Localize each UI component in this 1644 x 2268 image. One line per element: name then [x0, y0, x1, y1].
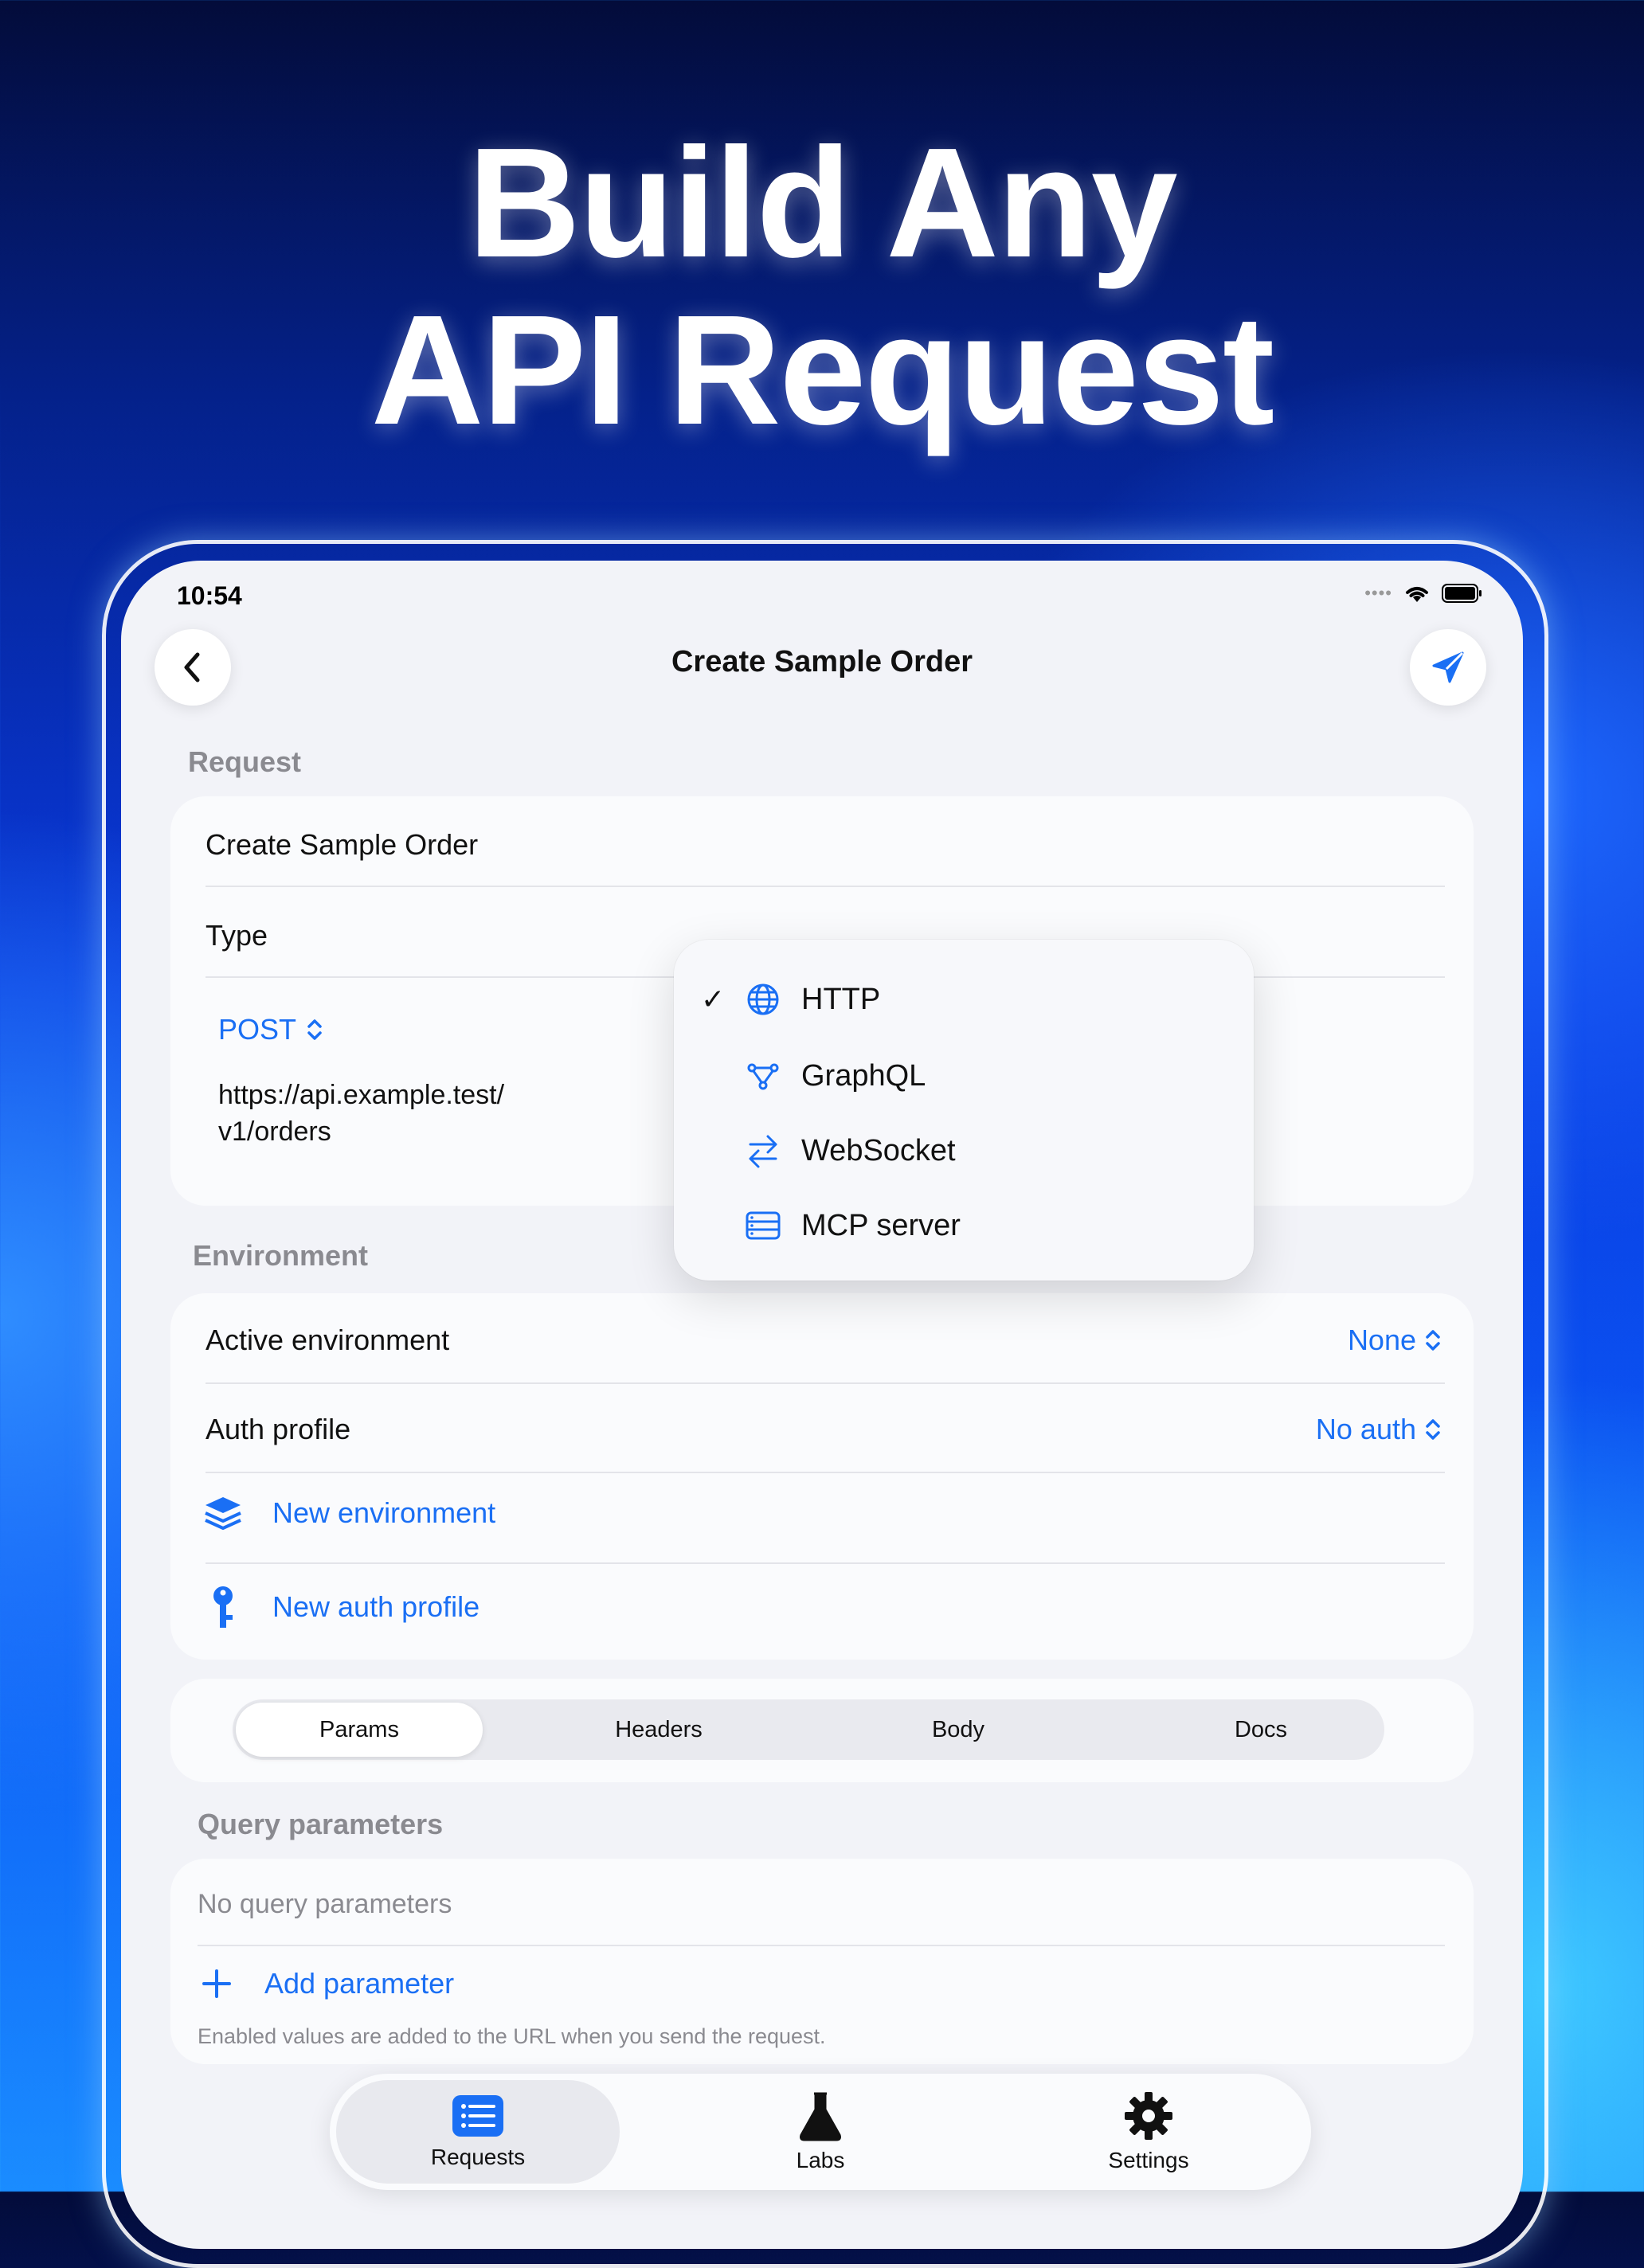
tab-labs[interactable]: Labs [687, 2074, 954, 2190]
no-query-params-text: No query parameters [198, 1889, 452, 1919]
send-button[interactable] [1410, 629, 1486, 706]
menu-item-http[interactable]: ✓ HTTP [674, 964, 1254, 1035]
add-parameter-label: Add parameter [264, 1967, 455, 2000]
url-line-2: v1/orders [218, 1116, 331, 1147]
segment-docs[interactable]: Docs [1129, 1699, 1392, 1760]
divider [206, 1472, 1445, 1473]
menu-item-label: GraphQL [801, 1058, 926, 1093]
menu-item-mcp-server[interactable]: MCP server [674, 1190, 1254, 1261]
menu-item-websocket[interactable]: WebSocket [674, 1115, 1254, 1187]
tab-settings[interactable]: Settings [1015, 2074, 1282, 2190]
tab-requests[interactable]: Requests [336, 2074, 620, 2190]
gear-icon [1125, 2092, 1172, 2140]
chevron-updown-icon [307, 1019, 322, 1040]
plus-icon [202, 1969, 231, 1998]
checkmark-icon: ✓ [701, 983, 726, 1015]
add-parameter-button[interactable]: Add parameter [201, 1967, 454, 2000]
segment-label: Params [319, 1716, 399, 1742]
method-picker[interactable]: POST [218, 1013, 323, 1046]
menu-item-label: WebSocket [801, 1133, 956, 1167]
new-environment-label: New environment [272, 1496, 496, 1529]
headline-line-1: Build Any [468, 115, 1177, 290]
globe-icon [747, 983, 779, 1015]
status-time: 10:54 [177, 581, 242, 610]
active-environment-value: None [1347, 1324, 1416, 1356]
request-name-field[interactable]: Create Sample Order [206, 828, 478, 862]
auth-profile-value: No auth [1315, 1413, 1416, 1445]
page-title: Create Sample Order [671, 645, 973, 678]
divider [206, 886, 1445, 887]
active-environment-label: Active environment [206, 1324, 450, 1356]
segment-headers[interactable]: Headers [527, 1699, 790, 1760]
method-value: POST [218, 1013, 297, 1046]
list-icon [452, 2095, 503, 2137]
query-section-label: Query parameters [198, 1808, 444, 1840]
segment-label: Headers [615, 1716, 703, 1742]
arrows-icon [749, 1135, 777, 1168]
query-card: No query parameters Add parameter Enable… [170, 1859, 1474, 2064]
tab-bar: Requests Labs Settings [330, 2074, 1311, 2190]
segmented-control: Params Headers Body Docs [233, 1699, 1384, 1760]
request-section-label: Request [188, 745, 302, 778]
divider [206, 1382, 1445, 1384]
new-environment-button[interactable]: New environment [202, 1492, 495, 1534]
battery-icon [1442, 584, 1482, 603]
segment-label: Body [931, 1716, 985, 1742]
menu-item-label: MCP server [801, 1208, 961, 1242]
headline: Build Any API Request [0, 119, 1644, 454]
divider [206, 1562, 1445, 1564]
menu-item-label: HTTP [801, 982, 881, 1016]
wifi-icon [1406, 587, 1428, 602]
server-icon [746, 1211, 781, 1240]
menu-item-graphql[interactable]: GraphQL [674, 1040, 1254, 1112]
new-auth-profile-label: New auth profile [272, 1590, 480, 1623]
segment-params[interactable]: Params [236, 1703, 483, 1757]
auth-profile-label: Auth profile [206, 1413, 351, 1445]
segment-label: Docs [1234, 1716, 1288, 1742]
signal-dots: •••• [1364, 583, 1392, 603]
headline-line-2: API Request [370, 283, 1274, 457]
active-environment-picker[interactable]: None [1348, 1324, 1442, 1357]
app-screen: 10:54 •••• Create Sample Order Request C… [121, 561, 1523, 2249]
environment-card: Active environment None Auth profile No … [170, 1293, 1474, 1660]
type-dropdown-menu: ✓ HTTP GraphQL WebSocket MCP server [674, 940, 1254, 1281]
layers-icon [205, 1497, 241, 1530]
type-label[interactable]: Type [206, 919, 268, 952]
auth-profile-picker[interactable]: No auth [1316, 1413, 1442, 1446]
status-icons: •••• [1364, 583, 1483, 604]
flask-icon [800, 2092, 841, 2141]
url-field[interactable]: https://api.example.test/ v1/orders [218, 1077, 504, 1150]
new-auth-profile-button[interactable]: New auth profile [202, 1583, 480, 1631]
graph-icon [747, 1063, 779, 1090]
query-note: Enabled values are added to the URL when… [198, 2024, 826, 2048]
paperplane-icon [1432, 651, 1464, 683]
environment-section-label: Environment [193, 1239, 369, 1272]
tab-label: Requests [430, 2145, 526, 2169]
segment-body[interactable]: Body [827, 1699, 1090, 1760]
divider [198, 1945, 1445, 1946]
tab-label: Settings [1108, 2148, 1189, 2172]
chevron-updown-icon [1426, 1330, 1440, 1351]
key-icon [213, 1586, 233, 1628]
tab-label: Labs [796, 2148, 845, 2172]
chevron-updown-icon [1426, 1419, 1440, 1440]
url-line-1: https://api.example.test/ [218, 1080, 505, 1110]
